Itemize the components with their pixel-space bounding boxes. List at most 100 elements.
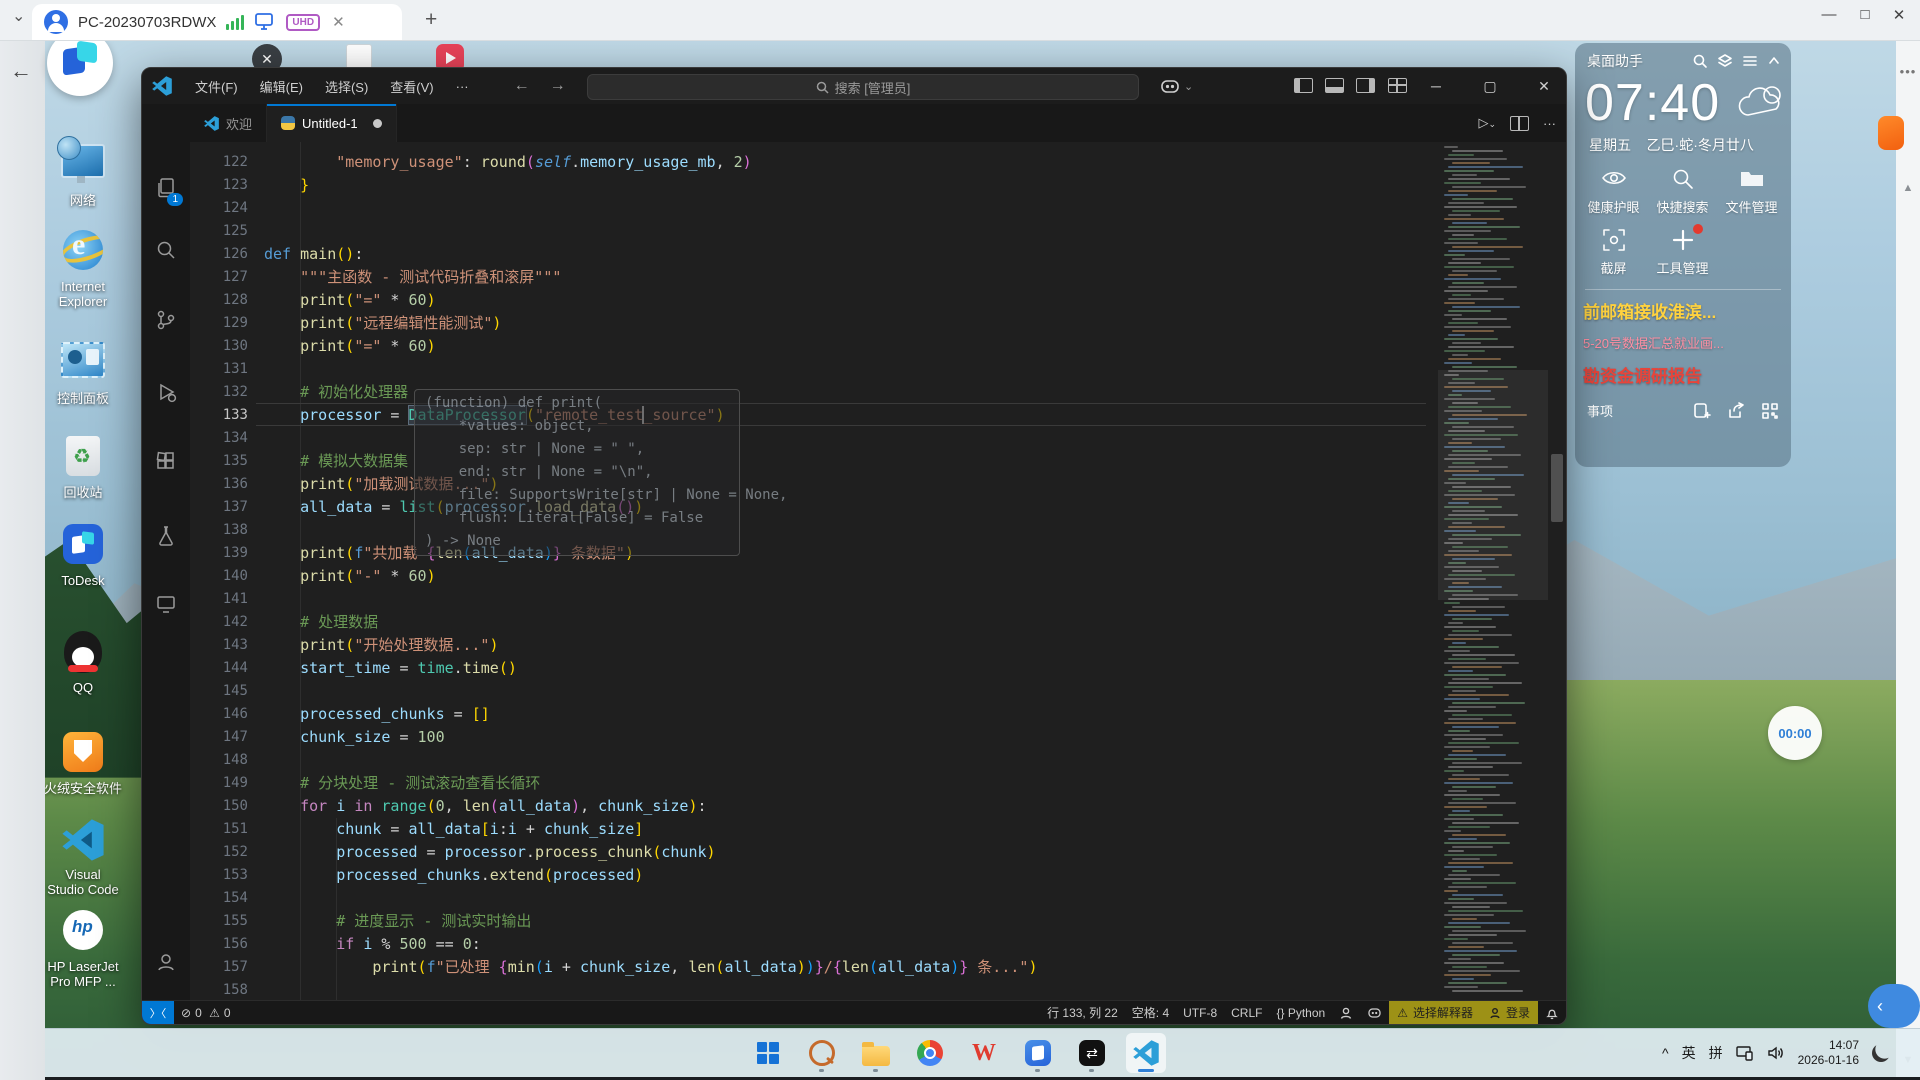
- code-line-124[interactable]: 124: [190, 197, 1438, 220]
- code-line-125[interactable]: 125: [190, 220, 1438, 243]
- language-mode[interactable]: {} Python: [1269, 1006, 1332, 1020]
- code-line-155[interactable]: 155 # 进度显示 - 测试实时输出: [190, 910, 1438, 933]
- code-line-131[interactable]: 131: [190, 358, 1438, 381]
- menu-e[interactable]: 编辑(E): [249, 68, 314, 104]
- news-item-1[interactable]: 前邮箱接收淮滨...: [1583, 298, 1783, 323]
- menu-s[interactable]: 选择(S): [314, 68, 379, 104]
- copilot-chevron-icon[interactable]: ⌄: [1184, 80, 1193, 93]
- nav-forward-icon[interactable]: →: [540, 77, 576, 95]
- code-line-129[interactable]: 129 print("远程编辑性能测试"): [190, 312, 1438, 335]
- taskbar-wps[interactable]: W: [964, 1033, 1004, 1073]
- code-line-144[interactable]: 144 start_time = time.time(): [190, 657, 1438, 680]
- code-line-140[interactable]: 140 print("-" * 60): [190, 565, 1438, 588]
- editor-scrollbar[interactable]: [1548, 142, 1566, 1001]
- menu-[interactable]: ···: [445, 68, 480, 104]
- extensions-icon[interactable]: [142, 442, 190, 482]
- python-env-icon[interactable]: [1332, 1006, 1360, 1020]
- code-line-123[interactable]: 123 }: [190, 174, 1438, 197]
- command-center-search[interactable]: 搜索 [管理员]: [587, 74, 1139, 100]
- search-view-icon[interactable]: [142, 230, 190, 270]
- code-line-134[interactable]: 134: [190, 427, 1438, 450]
- uhd-quality-badge[interactable]: UHD: [286, 14, 320, 31]
- code-line-150[interactable]: 150 for i in range(0, len(all_data), chu…: [190, 795, 1438, 818]
- code-line-139[interactable]: 139 print(f"共加载 {len(all_data)} 条数据"): [190, 542, 1438, 565]
- eol-sequence[interactable]: CRLF: [1224, 1006, 1269, 1020]
- cast-device-icon[interactable]: [1736, 1045, 1754, 1061]
- taskbar-vscode[interactable]: [1126, 1033, 1166, 1073]
- accounts-icon[interactable]: [142, 942, 190, 982]
- run-debug-icon[interactable]: [142, 372, 190, 412]
- todesk-minimize-button[interactable]: —: [1814, 6, 1844, 23]
- code-line-128[interactable]: 128 print("=" * 60): [190, 289, 1438, 312]
- remote-explorer-icon[interactable]: [142, 584, 190, 624]
- shortcut-search[interactable]: 快捷搜索: [1648, 167, 1717, 216]
- menu-v[interactable]: 查看(V): [379, 68, 444, 104]
- code-line-130[interactable]: 130 print("=" * 60): [190, 335, 1438, 358]
- indentation[interactable]: 空格: 4: [1125, 1004, 1176, 1021]
- window-minimize-button[interactable]: ─: [1414, 68, 1458, 104]
- shortcut-plus[interactable]: 工具管理: [1648, 228, 1717, 277]
- shortcut-folder[interactable]: 文件管理: [1717, 167, 1786, 216]
- toggle-secondary-sidebar-icon[interactable]: [1356, 78, 1375, 93]
- sign-in-button[interactable]: 登录: [1481, 1001, 1538, 1024]
- code-line-149[interactable]: 149 # 分块处理 - 测试滚动查看长循环: [190, 772, 1438, 795]
- window-close-button[interactable]: ✕: [1522, 68, 1566, 104]
- search-icon[interactable]: [1692, 53, 1708, 69]
- taskbar-search[interactable]: [802, 1033, 842, 1073]
- notifications-bell-icon[interactable]: [1538, 1006, 1566, 1020]
- code-line-158[interactable]: 158: [190, 979, 1438, 1001]
- code-line-154[interactable]: 154: [190, 887, 1438, 910]
- code-line-132[interactable]: 132 # 初始化处理器: [190, 381, 1438, 404]
- dock-more-icon[interactable]: •••: [1896, 64, 1920, 79]
- select-interpreter-warning[interactable]: ⚠ 选择解释器: [1389, 1001, 1481, 1024]
- scrollbar-thumb[interactable]: [1551, 454, 1563, 522]
- new-tab-button[interactable]: +: [425, 8, 437, 32]
- code-line-126[interactable]: 126def main():: [190, 243, 1438, 266]
- speaker-icon[interactable]: [1767, 1045, 1785, 1061]
- editor-more-actions-icon[interactable]: ···: [1543, 116, 1556, 131]
- ime-pinyin[interactable]: 拼: [1709, 1043, 1723, 1063]
- code-line-133[interactable]: 133 processor = DataProcessor("remote_te…: [190, 404, 1438, 427]
- taskbar-todesk[interactable]: [1018, 1033, 1058, 1073]
- code-line-143[interactable]: 143 print("开始处理数据..."): [190, 634, 1438, 657]
- split-editor-icon[interactable]: [1510, 116, 1529, 131]
- toggle-panel-icon[interactable]: [1325, 78, 1344, 93]
- focus-assist-moon-icon[interactable]: [1872, 1044, 1890, 1062]
- nav-back-icon[interactable]: ←: [504, 77, 540, 95]
- dock-scroll-up-icon[interactable]: ▲: [1896, 182, 1920, 194]
- tab-welcome[interactable]: 欢迎: [190, 104, 267, 142]
- remote-monitor-icon[interactable]: [254, 12, 276, 32]
- share-icon[interactable]: [1727, 402, 1745, 420]
- minimap[interactable]: [1438, 142, 1548, 1001]
- collapse-chevron-icon[interactable]: ⌄: [12, 6, 25, 26]
- code-line-148[interactable]: 148: [190, 749, 1438, 772]
- code-line-156[interactable]: 156 if i % 500 == 0:: [190, 933, 1438, 956]
- ime-english[interactable]: 英: [1682, 1043, 1696, 1063]
- timer-bubble[interactable]: 00:00: [1768, 706, 1822, 760]
- dock-orange-badge[interactable]: [1878, 116, 1904, 150]
- testing-icon[interactable]: [142, 516, 190, 556]
- run-python-button[interactable]: ▷⌄: [1478, 115, 1496, 131]
- code-line-152[interactable]: 152 processed = processor.process_chunk(…: [190, 841, 1438, 864]
- code-line-127[interactable]: 127 """主函数 - 测试代码折叠和滚屏""": [190, 266, 1438, 289]
- remote-indicator[interactable]: 〉〈: [142, 1001, 174, 1024]
- taskbar-explorer[interactable]: [856, 1033, 896, 1073]
- code-line-138[interactable]: 138: [190, 519, 1438, 542]
- cursor-position[interactable]: 行 133, 列 22: [1040, 1004, 1125, 1021]
- taskbar-teamviewer[interactable]: ⇄: [1072, 1033, 1112, 1073]
- tray-expand-icon[interactable]: ^: [1662, 1045, 1669, 1061]
- copilot-status-icon[interactable]: [1360, 1005, 1389, 1020]
- window-maximize-button[interactable]: ▢: [1468, 68, 1512, 104]
- code-editor[interactable]: 122 "memory_usage": round(self.memory_us…: [190, 142, 1566, 1001]
- code-line-141[interactable]: 141: [190, 588, 1438, 611]
- edge-handle-collapse[interactable]: ‹: [1868, 984, 1920, 1028]
- code-line-157[interactable]: 157 print(f"已处理 {min(i + chunk_size, len…: [190, 956, 1438, 979]
- code-line-146[interactable]: 146 processed_chunks = []: [190, 703, 1438, 726]
- todesk-maximize-button[interactable]: □: [1850, 6, 1880, 23]
- shortcut-eye[interactable]: 健康护眼: [1579, 167, 1648, 216]
- todesk-close-button[interactable]: ✕: [1884, 6, 1914, 24]
- menu-icon[interactable]: [1742, 53, 1758, 69]
- encoding[interactable]: UTF-8: [1176, 1006, 1224, 1020]
- code-line-136[interactable]: 136 print("加载测试数据..."): [190, 473, 1438, 496]
- code-line-142[interactable]: 142 # 处理数据: [190, 611, 1438, 634]
